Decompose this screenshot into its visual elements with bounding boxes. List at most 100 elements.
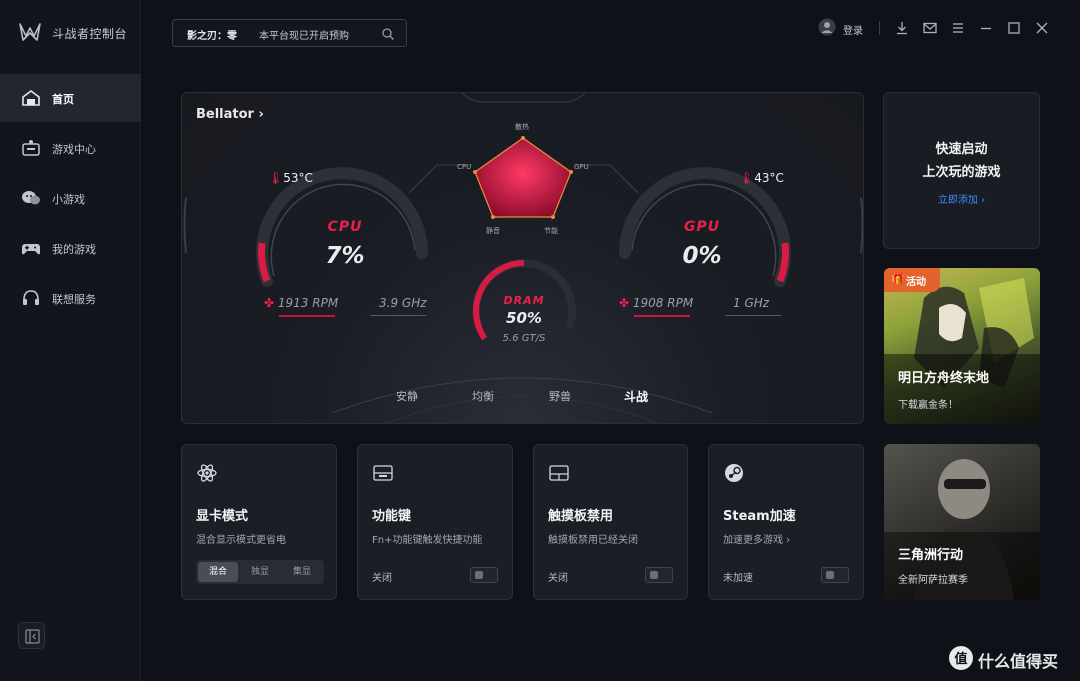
dashboard-graphics	[183, 93, 863, 423]
gamepad-icon	[22, 244, 40, 255]
sidebar-item-label: 小游戏	[52, 193, 85, 206]
minimize-icon[interactable]	[978, 20, 994, 36]
gpu-mode-hybrid[interactable]: 混合	[198, 562, 238, 582]
game-center-icon	[22, 140, 40, 156]
mode-quiet[interactable]: 安静	[396, 388, 418, 404]
radar-label-cooling: 散热	[515, 123, 529, 131]
steam-boost-link[interactable]: 加速更多游戏 ›	[723, 531, 790, 546]
touchpad-state: 关闭	[548, 573, 568, 584]
svg-text:值: 值	[954, 651, 967, 667]
steam-boost-toggle[interactable]	[821, 567, 849, 583]
touchpad-card: 触摸板禁用 触摸板禁用已经关闭 关闭	[533, 444, 688, 600]
gpu-mode-discrete[interactable]: 独显	[240, 562, 280, 582]
touchpad-title: 触摸板禁用	[548, 509, 614, 524]
menu-icon[interactable]	[950, 20, 966, 36]
gpu-label: GPU	[683, 219, 721, 235]
sidebar-item-lenovo-service[interactable]: 联想服务	[0, 274, 141, 322]
sidebar-item-label: 我的游戏	[52, 243, 96, 256]
gpu-fan-bar	[634, 315, 690, 317]
search-promo-tag: 影之刃：零	[187, 31, 237, 42]
search-icon[interactable]	[381, 27, 395, 41]
fan-icon: ✤	[619, 296, 630, 310]
keyboard-icon	[373, 465, 393, 481]
steam-icon	[725, 464, 743, 482]
search-promo-text: 本平台现已开启预购	[259, 31, 349, 42]
radar-label-gpu: GPU	[574, 163, 589, 171]
sidebar: 斗战者控制台 首页 游戏中心 小游戏 我的游戏 联想服务	[0, 0, 141, 681]
fn-key-state: 关闭	[372, 573, 392, 584]
thermometer-icon: 🌡	[268, 171, 284, 185]
gpu-frequency: 1 GHz	[733, 296, 770, 310]
fn-key-title: 功能键	[372, 509, 412, 524]
gift-icon: 🎁	[891, 272, 905, 285]
sidebar-item-label: 首页	[52, 93, 74, 106]
dram-usage-value: 50%	[506, 309, 542, 327]
sidebar-item-label: 游戏中心	[52, 143, 96, 156]
mode-fighter[interactable]: 斗战	[624, 388, 648, 405]
gpu-fan-speed: ✤ 1908 RPM	[619, 296, 694, 310]
mode-balanced[interactable]: 均衡	[472, 388, 494, 404]
radar-label-cpu: CPU	[457, 163, 472, 171]
promo-card-arknights[interactable]: 🎁 活动 明日方舟终末地 下载赢金条！	[884, 268, 1040, 424]
app-title: 斗战者控制台	[52, 27, 128, 41]
sidebar-item-mini-game[interactable]: 小游戏	[0, 174, 141, 222]
steam-boost-title: Steam加速	[723, 509, 796, 524]
close-icon[interactable]	[1034, 20, 1050, 36]
sidebar-item-label: 联想服务	[52, 293, 96, 306]
fan-icon: ✤	[264, 296, 275, 310]
touchpad-toggle[interactable]	[645, 567, 673, 583]
steam-boost-card: Steam加速 加速更多游戏 › 未加速	[708, 444, 864, 600]
touchpad-icon	[549, 465, 569, 481]
fn-key-toggle[interactable]	[470, 567, 498, 583]
fn-key-desc: Fn+功能键触发快捷功能	[372, 535, 483, 546]
device-name[interactable]: Bellator ›	[196, 107, 264, 122]
header-divider	[879, 21, 880, 35]
gpu-mode-title: 显卡模式	[196, 509, 249, 524]
performance-dashboard: Bellator › 🌡53°C CPU 7% ✤ 1913 RPM 3.9 G…	[181, 92, 864, 424]
cpu-temperature: 🌡53°C	[268, 171, 313, 185]
gpu-mode-integrated[interactable]: 集显	[282, 562, 322, 582]
gpu-mode-desc: 混合显示模式更省电	[196, 535, 286, 546]
activity-badge: 🎁 活动	[884, 268, 940, 292]
dram-speed: 5.6 GT/S	[502, 333, 546, 344]
cpu-fan-speed: ✤ 1913 RPM	[264, 296, 339, 310]
watermark: 值 什么值得买	[948, 645, 1070, 671]
sidebar-item-home[interactable]: 首页	[0, 74, 141, 122]
sidebar-item-game-center[interactable]: 游戏中心	[0, 124, 141, 172]
quick-launch-card[interactable]: 快速启动 上次玩的游戏 立即添加 ›	[883, 92, 1040, 249]
maximize-icon[interactable]	[1006, 20, 1022, 36]
search-bar[interactable]: 影之刃：零 本平台现已开启预购	[172, 19, 407, 47]
quick-launch-title: 快速启动	[935, 142, 988, 157]
mode-beast[interactable]: 野兽	[549, 388, 571, 404]
app-logo-icon	[19, 23, 41, 41]
login-link[interactable]: 登录	[843, 22, 863, 37]
promo-card-delta-force[interactable]: 三角洲行动 全新阿萨拉赛季	[884, 444, 1040, 600]
promo-title: 三角洲行动	[898, 548, 964, 563]
gpu-mode-card: 显卡模式 混合显示模式更省电 混合 独显 集显	[181, 444, 337, 600]
atom-icon	[197, 464, 217, 482]
sidebar-collapse-icon	[25, 629, 40, 644]
sidebar-item-my-games[interactable]: 我的游戏	[0, 224, 141, 272]
add-game-link[interactable]: 立即添加 ›	[884, 191, 1039, 206]
gpu-temperature: 🌡43°C	[739, 171, 784, 185]
steam-boost-state: 未加速	[723, 573, 753, 584]
activity-badge-label: 活动	[906, 277, 926, 288]
promo-title: 明日方舟终末地	[898, 371, 990, 386]
fn-key-card: 功能键 Fn+功能键触发快捷功能 关闭	[357, 444, 513, 600]
watermark-text: 什么值得买	[978, 652, 1059, 671]
promo-subtitle: 下载赢金条！	[898, 400, 958, 411]
home-icon	[22, 90, 40, 106]
watermark-logo-icon: 值	[949, 646, 973, 670]
promo-subtitle: 全新阿萨拉赛季	[898, 575, 968, 586]
gpu-usage-value: 0%	[682, 243, 722, 269]
radar-label-quiet: 静音	[486, 227, 500, 235]
mini-game-icon	[22, 191, 40, 205]
avatar-icon[interactable]	[818, 18, 836, 36]
collapse-sidebar-button[interactable]	[18, 622, 45, 649]
mail-icon[interactable]	[922, 20, 938, 36]
cpu-fan-bar	[279, 315, 335, 317]
thermometer-icon: 🌡	[739, 171, 755, 185]
cpu-label: CPU	[327, 219, 363, 235]
cpu-frequency: 3.9 GHz	[379, 296, 427, 310]
download-icon[interactable]	[894, 20, 910, 36]
